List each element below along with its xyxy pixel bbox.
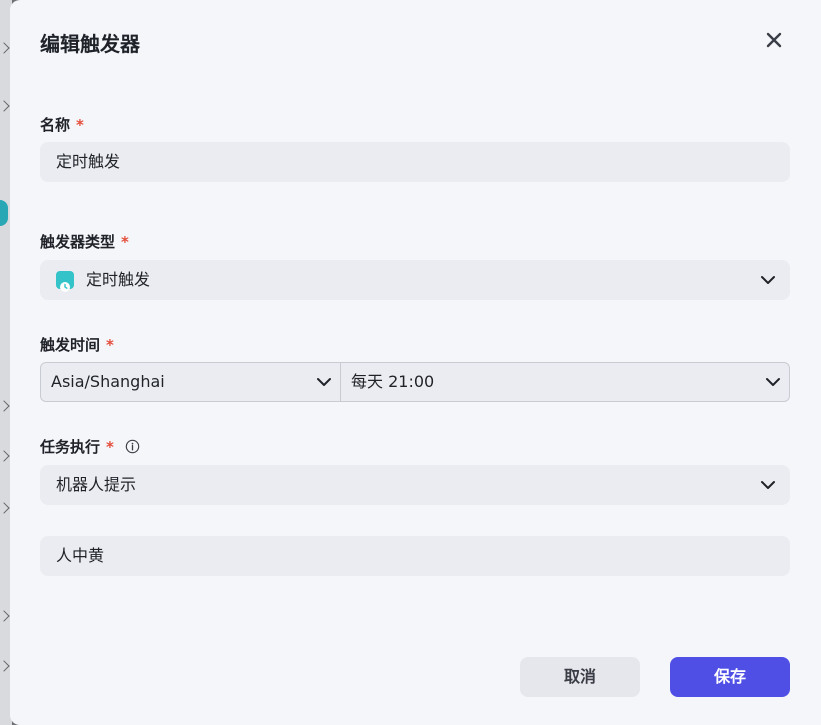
background-chevron-icon bbox=[0, 42, 10, 54]
name-input[interactable]: 定时触发 bbox=[40, 142, 790, 182]
trigger-type-value: 定时触发 bbox=[86, 270, 151, 289]
chevron-down-icon bbox=[761, 276, 775, 284]
background-chevron-icon bbox=[0, 450, 10, 462]
task-label-text: 任务执行 bbox=[40, 438, 101, 456]
timezone-select[interactable]: Asia/Shanghai bbox=[41, 363, 341, 401]
timezone-value: Asia/Shanghai bbox=[51, 372, 165, 391]
trigger-type-select[interactable]: 定时触发 bbox=[40, 260, 790, 300]
required-mark: * bbox=[106, 336, 114, 354]
background-chevron-icon bbox=[0, 610, 10, 622]
close-button[interactable] bbox=[762, 28, 786, 52]
cancel-button[interactable]: 取消 bbox=[520, 657, 640, 697]
task-label: 任务执行 * bbox=[40, 436, 140, 457]
chevron-down-icon bbox=[317, 378, 331, 386]
background-chevron-icon bbox=[0, 400, 10, 412]
background-chevron-icon bbox=[0, 502, 10, 514]
edit-trigger-dialog: 编辑触发器 名称 * 定时触发 触发器类型 * 定时触发 触发时间 * Asia/Sh… bbox=[10, 0, 821, 725]
required-mark: * bbox=[106, 438, 114, 456]
dialog-title: 编辑触发器 bbox=[40, 32, 140, 56]
chevron-down-icon bbox=[766, 378, 780, 386]
name-label-text: 名称 bbox=[40, 116, 71, 134]
task-select[interactable]: 机器人提示 bbox=[40, 465, 790, 505]
name-label: 名称 * bbox=[40, 114, 84, 135]
save-button[interactable]: 保存 bbox=[670, 657, 790, 697]
trigger-time-label-text: 触发时间 bbox=[40, 336, 101, 354]
close-icon bbox=[766, 32, 782, 48]
required-mark: * bbox=[121, 233, 129, 251]
background-app-icon bbox=[0, 200, 8, 226]
background-chevron-icon bbox=[0, 100, 10, 112]
schedule-value: 每天 21:00 bbox=[351, 372, 435, 391]
message-input[interactable]: 人中黄 bbox=[40, 536, 790, 576]
trigger-type-label-text: 触发器类型 bbox=[40, 233, 116, 251]
chevron-down-icon bbox=[761, 481, 775, 489]
trigger-time-group: Asia/Shanghai 每天 21:00 bbox=[40, 362, 790, 402]
info-icon[interactable] bbox=[125, 439, 140, 454]
clock-icon bbox=[56, 271, 74, 292]
task-value: 机器人提示 bbox=[56, 475, 137, 494]
schedule-select[interactable]: 每天 21:00 bbox=[341, 363, 789, 401]
trigger-type-label: 触发器类型 * bbox=[40, 231, 129, 252]
trigger-time-label: 触发时间 * bbox=[40, 334, 114, 355]
required-mark: * bbox=[76, 116, 84, 134]
background-chevron-icon bbox=[0, 660, 10, 672]
